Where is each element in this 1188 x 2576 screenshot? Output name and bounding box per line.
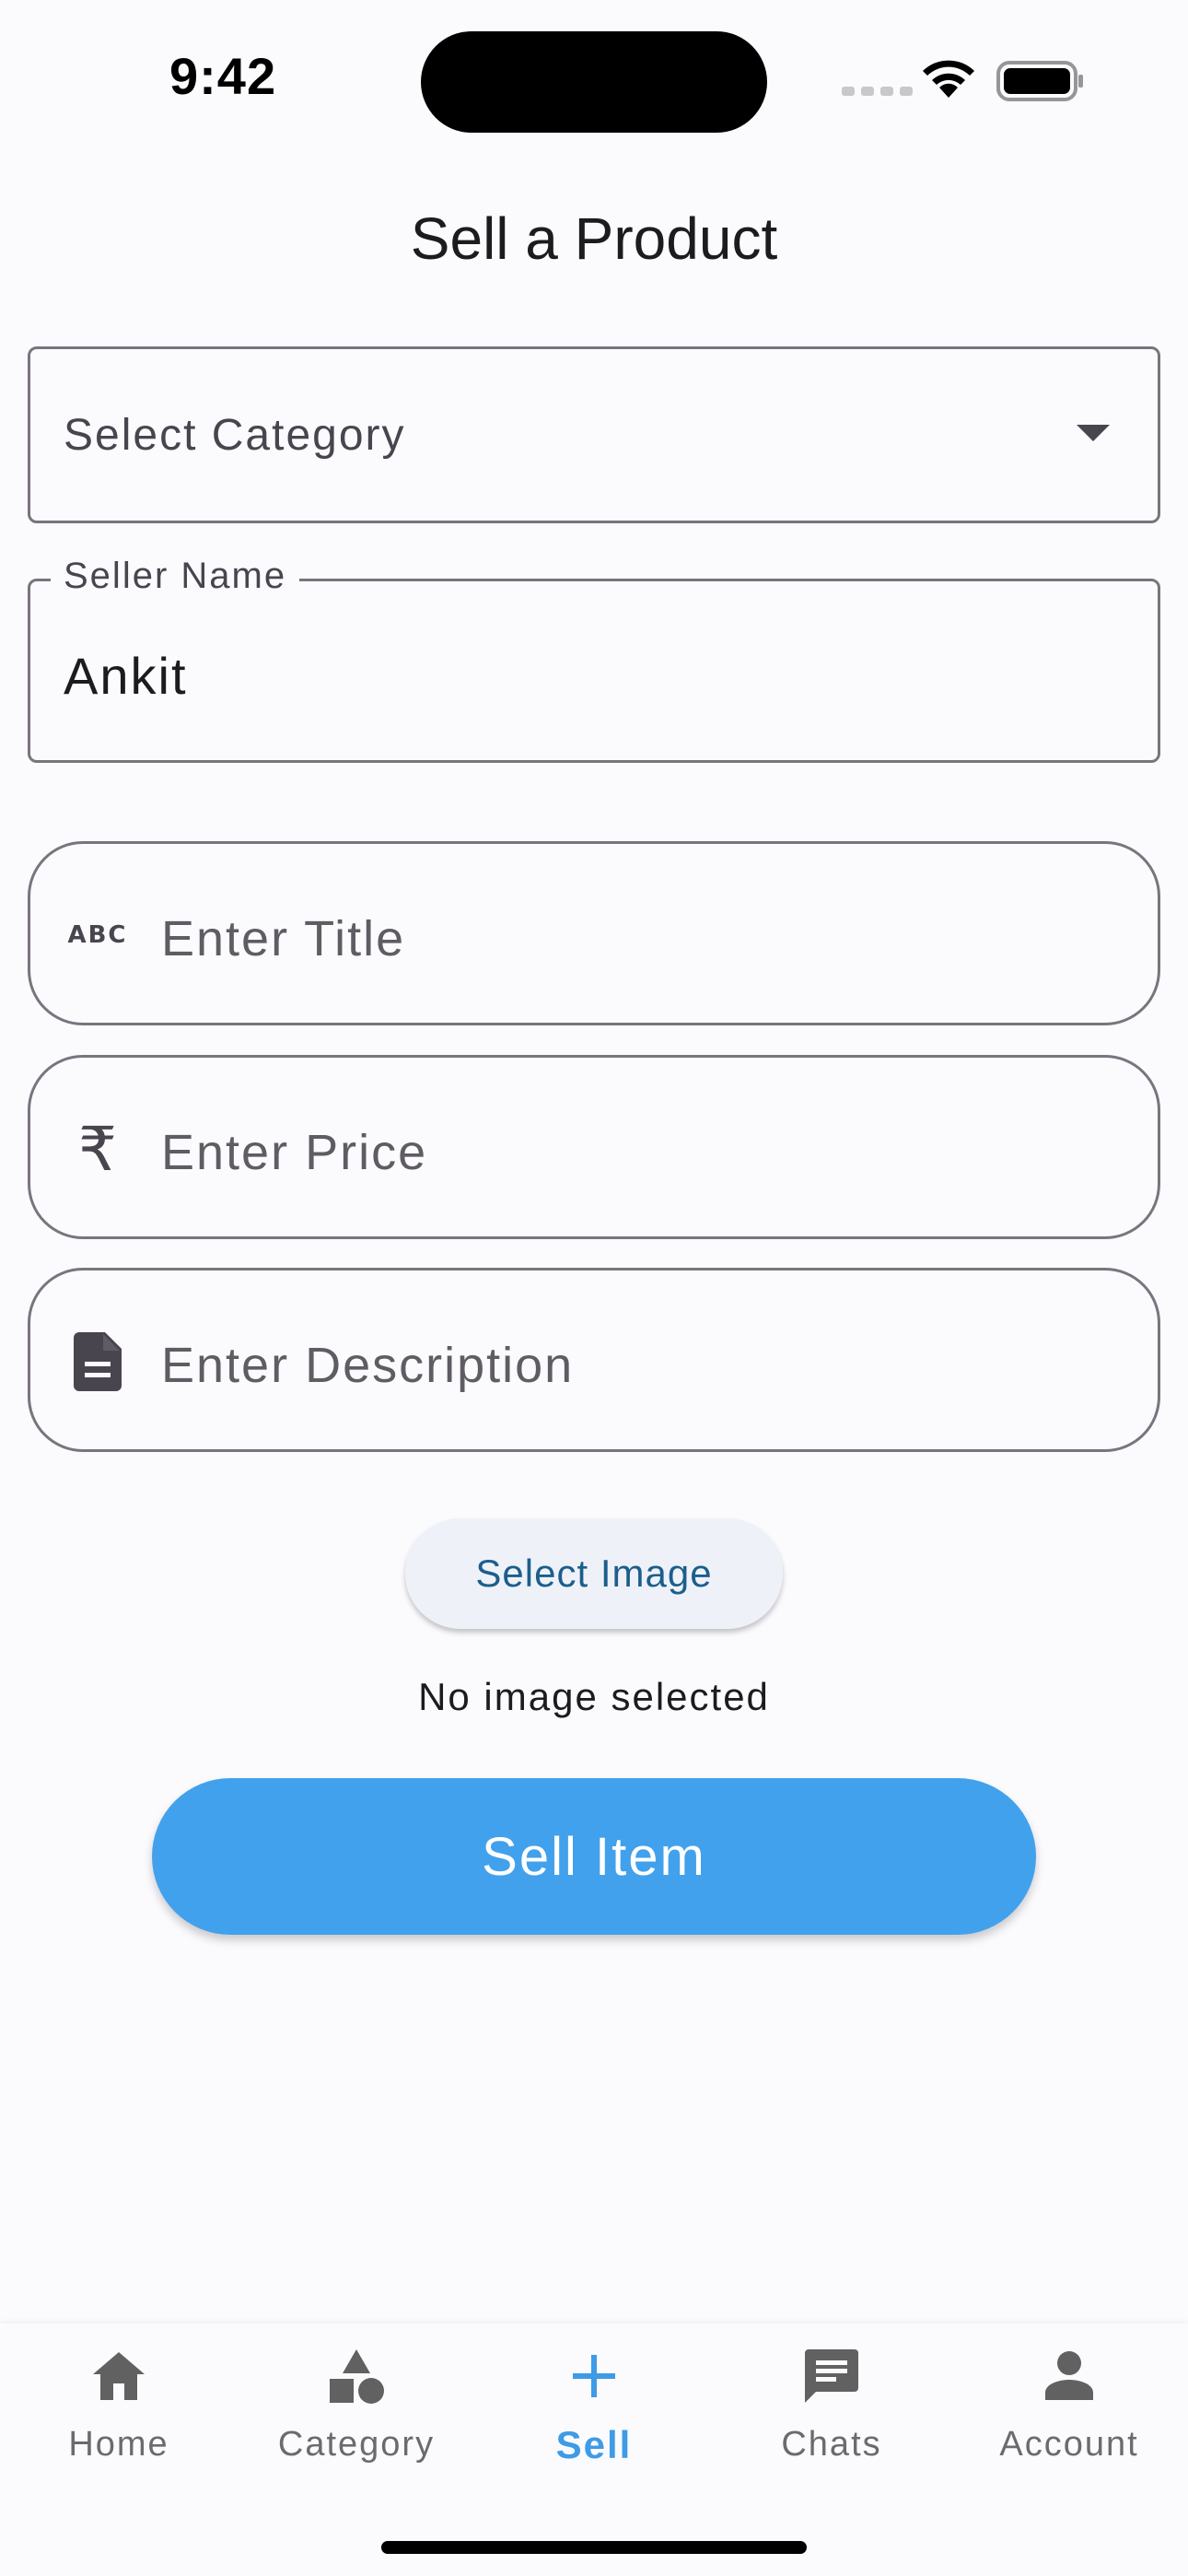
document-icon [65, 1329, 130, 1394]
title-placeholder: Enter Title [161, 911, 406, 966]
home-icon [87, 2344, 151, 2408]
price-placeholder: Enter Price [161, 1125, 428, 1180]
sell-item-button[interactable]: Sell Item [152, 1778, 1036, 1935]
dynamic-island [421, 31, 767, 133]
rupee-icon: ₹ [65, 1114, 130, 1185]
seller-name-label: Seller Name [51, 556, 300, 597]
category-icon [324, 2344, 389, 2408]
nav-item-category[interactable]: Category [238, 2324, 475, 2508]
person-icon [1037, 2344, 1101, 2408]
nav-item-home[interactable]: Home [0, 2324, 238, 2508]
nav-label-home: Home [68, 2425, 169, 2464]
rupee-icon-text: ₹ [78, 1113, 117, 1185]
nav-label-account: Account [999, 2425, 1139, 2464]
seller-name-field[interactable]: Seller Name Ankit [28, 556, 1160, 763]
wifi-icon [923, 60, 974, 98]
nav-label-category: Category [277, 2425, 436, 2464]
image-status-text: No image selected [418, 1675, 770, 1718]
nav-item-sell[interactable]: Sell [475, 2324, 713, 2508]
nav-item-account[interactable]: Account [950, 2324, 1188, 2508]
description-placeholder: Enter Description [161, 1338, 575, 1393]
add-icon [562, 2344, 626, 2408]
dropdown-arrow-icon [1077, 425, 1110, 441]
battery-icon [996, 61, 1083, 101]
cellular-signal-icon [842, 87, 913, 96]
title-input[interactable]: ABC Enter Title [28, 841, 1160, 1025]
abc-icon-text: ABC [67, 921, 128, 949]
nav-item-chats[interactable]: Chats [713, 2324, 950, 2508]
abc-icon: ABC [65, 903, 130, 967]
category-dropdown-placeholder: Select Category [64, 411, 406, 460]
nav-label-sell: Sell [555, 2423, 633, 2466]
status-bar: 9:42 [0, 0, 1188, 157]
category-dropdown[interactable]: Select Category [28, 346, 1160, 523]
nav-label-chats: Chats [781, 2425, 882, 2464]
home-indicator[interactable] [381, 2541, 807, 2554]
bottom-navigation: Home Category Sell Chats Account [0, 2324, 1188, 2576]
seller-name-value: Ankit [64, 647, 188, 705]
description-input[interactable]: Enter Description [28, 1268, 1160, 1452]
select-image-button[interactable]: Select Image [405, 1518, 783, 1629]
status-time: 9:42 [169, 47, 277, 105]
page-title: Sell a Product [410, 205, 778, 272]
price-input[interactable]: ₹ Enter Price [28, 1055, 1160, 1239]
chat-icon [799, 2344, 864, 2408]
